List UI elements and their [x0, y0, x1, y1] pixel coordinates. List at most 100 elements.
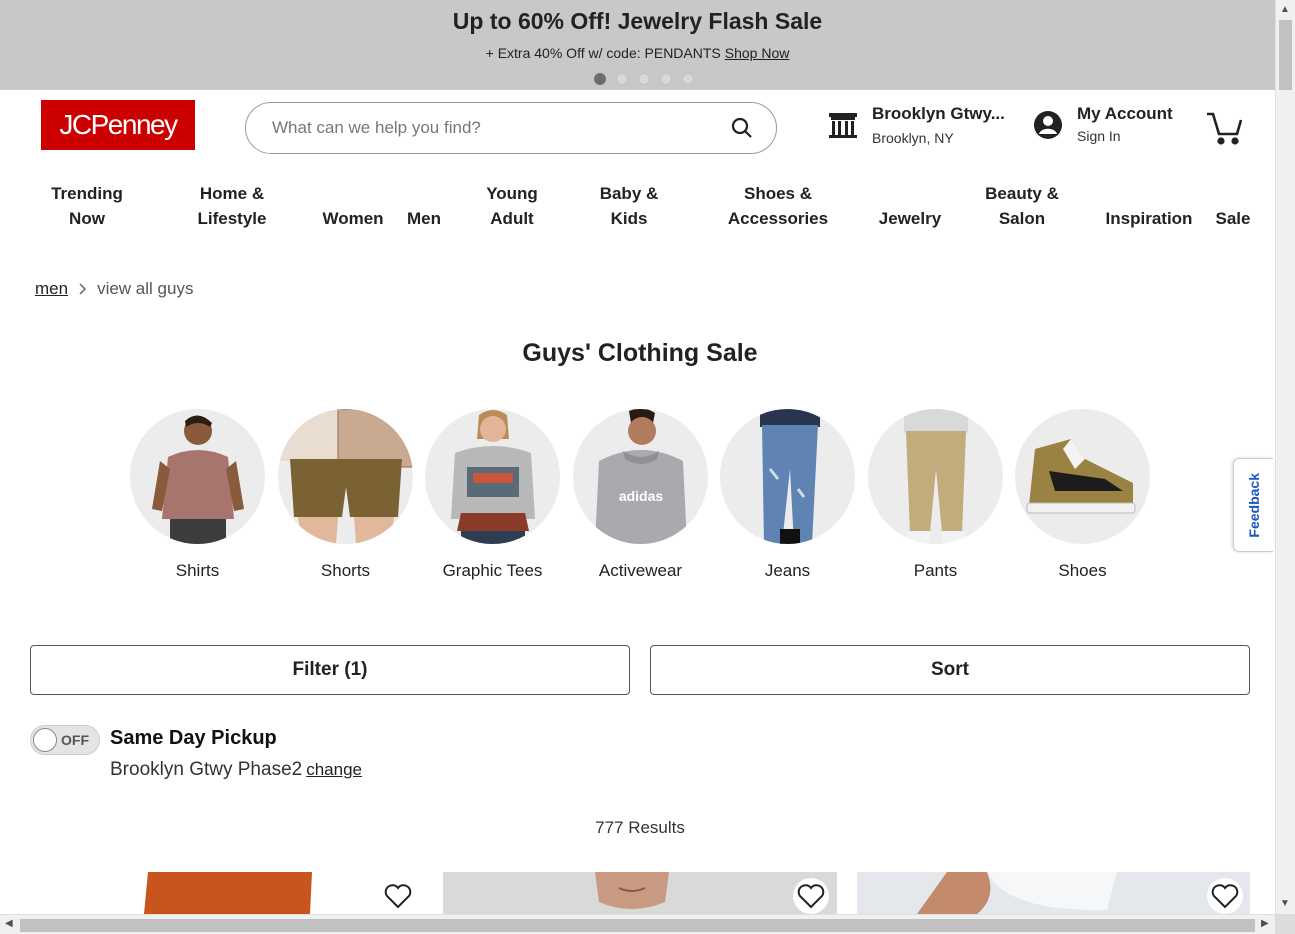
jcpenney-logo[interactable]: JCPenney	[41, 100, 195, 150]
category-activewear[interactable]: adidas Activewear	[573, 409, 708, 581]
same-day-pickup-toggle[interactable]: OFF	[30, 725, 100, 755]
nav-label: Beauty &	[985, 184, 1059, 203]
search-icon[interactable]	[730, 116, 754, 140]
nav-label: Women	[322, 209, 384, 228]
search-input[interactable]	[272, 118, 730, 138]
category-label: Jeans	[764, 561, 811, 580]
product-image	[857, 872, 1250, 914]
pickup-title: Same Day Pickup	[110, 727, 277, 749]
toggle-knob	[33, 728, 57, 752]
carousel-dot-4[interactable]	[660, 73, 672, 85]
promo-code-text: + Extra 40% Off w/ code: PENDANTS	[485, 45, 721, 61]
scroll-left-arrow-icon[interactable]: ◀	[5, 918, 13, 929]
product-image	[443, 872, 837, 914]
category-image	[868, 409, 1003, 544]
horizontal-scroll-thumb[interactable]	[20, 919, 1255, 932]
breadcrumb-current: view all guys	[97, 279, 194, 298]
account-icon	[1034, 111, 1062, 139]
svg-text:adidas: adidas	[619, 488, 664, 504]
category-label: Graphic Tees	[442, 561, 543, 580]
carousel-dot-1[interactable]	[594, 73, 606, 85]
carousel-dots	[594, 73, 694, 85]
store-icon	[829, 113, 857, 138]
nav-label: Sale	[1215, 209, 1251, 228]
nav-label: Kids	[610, 209, 648, 228]
nav-sale[interactable]: Sale	[1208, 181, 1258, 231]
category-pants[interactable]: Pants	[868, 409, 1003, 581]
category-image: adidas	[573, 409, 708, 544]
account-menu[interactable]: My Account Sign In	[1033, 104, 1173, 144]
search-bar[interactable]	[245, 102, 777, 154]
nav-label: Jewelry	[878, 209, 942, 228]
nav-label: Young	[486, 184, 538, 203]
heart-icon	[384, 884, 412, 909]
carousel-dot-5[interactable]	[682, 73, 694, 85]
nav-label	[399, 181, 449, 206]
category-shirts[interactable]: Shirts	[130, 409, 265, 581]
product-tile-2[interactable]	[443, 872, 837, 914]
cart-icon[interactable]	[1205, 110, 1245, 146]
favorite-button[interactable]	[1207, 878, 1243, 914]
category-graphic-tees[interactable]: Graphic Tees	[425, 409, 560, 581]
toggle-state-label: OFF	[61, 732, 89, 748]
horizontal-scrollbar[interactable]: ◀ ▶	[0, 914, 1275, 934]
store-selector[interactable]: Brooklyn Gtwy... Brooklyn, NY	[828, 104, 1005, 146]
category-image	[278, 409, 413, 544]
product-tile-3[interactable]	[857, 872, 1250, 914]
sort-button[interactable]: Sort	[650, 645, 1250, 695]
carousel-dot-2[interactable]	[616, 73, 628, 85]
nav-men[interactable]: Men	[399, 181, 449, 231]
vertical-scrollbar[interactable]: ▲ ▼	[1275, 0, 1295, 914]
nav-young-adult[interactable]: Young Adult	[472, 181, 552, 231]
category-label: Shirts	[175, 561, 220, 580]
nav-label: Salon	[998, 209, 1046, 228]
carousel-dot-3[interactable]	[638, 73, 650, 85]
nav-shoes-accessories[interactable]: Shoes & Accessories	[718, 181, 838, 231]
nav-label: Men	[407, 209, 441, 228]
store-location: Brooklyn, NY	[872, 130, 954, 146]
category-image	[720, 409, 855, 544]
category-jeans[interactable]: Jeans	[720, 409, 855, 581]
category-shorts[interactable]: Shorts	[278, 409, 413, 581]
change-store-link[interactable]: change	[306, 760, 362, 779]
category-shoes[interactable]: Shoes	[1015, 409, 1150, 581]
store-name: Brooklyn Gtwy...	[872, 104, 1005, 123]
product-tile-1[interactable]	[30, 872, 424, 914]
scroll-down-arrow-icon[interactable]: ▼	[1280, 898, 1290, 909]
favorite-button[interactable]	[793, 878, 829, 914]
feedback-tab[interactable]: Feedback	[1233, 458, 1273, 552]
scroll-up-arrow-icon[interactable]: ▲	[1280, 4, 1290, 15]
nav-beauty-salon[interactable]: Beauty & Salon	[977, 181, 1067, 231]
favorite-button[interactable]	[380, 878, 416, 914]
nav-label	[1099, 181, 1199, 206]
category-label: Pants	[913, 561, 958, 580]
filter-button[interactable]: Filter (1)	[30, 645, 630, 695]
product-image	[30, 872, 424, 914]
nav-baby-kids[interactable]: Baby & Kids	[589, 181, 669, 231]
category-label: Shoes	[1058, 561, 1107, 580]
nav-women[interactable]: Women	[313, 181, 393, 231]
category-label: Shorts	[320, 561, 371, 580]
promo-banner: Up to 60% Off! Jewelry Flash Sale + Extr…	[0, 0, 1275, 90]
nav-label: Adult	[490, 209, 534, 228]
chevron-right-icon	[79, 283, 87, 295]
account-title: My Account	[1077, 104, 1173, 123]
promo-subtitle: + Extra 40% Off w/ code: PENDANTS Shop No…	[0, 45, 1275, 61]
nav-label: Now	[69, 209, 105, 228]
nav-label: Shoes &	[743, 184, 813, 203]
pickup-store-name: Brooklyn Gtwy Phase2	[110, 759, 303, 780]
nav-label: Baby &	[599, 184, 659, 203]
shop-now-link[interactable]: Shop Now	[725, 45, 790, 61]
nav-home-lifestyle[interactable]: Home & Lifestyle	[182, 181, 282, 231]
results-count: 777 Results	[595, 818, 685, 837]
vertical-scroll-thumb[interactable]	[1279, 20, 1292, 90]
scroll-right-arrow-icon[interactable]: ▶	[1261, 918, 1269, 929]
nav-trending-now[interactable]: Trending Now	[37, 181, 137, 231]
breadcrumb-men-link[interactable]: men	[35, 279, 68, 299]
nav-jewelry[interactable]: Jewelry	[870, 181, 950, 231]
nav-inspiration[interactable]: Inspiration	[1099, 181, 1199, 231]
nav-label: Home &	[199, 184, 265, 203]
nav-label: Accessories	[727, 209, 829, 228]
promo-title: Up to 60% Off! Jewelry Flash Sale	[452, 8, 823, 34]
sign-in-link[interactable]: Sign In	[1077, 128, 1173, 144]
